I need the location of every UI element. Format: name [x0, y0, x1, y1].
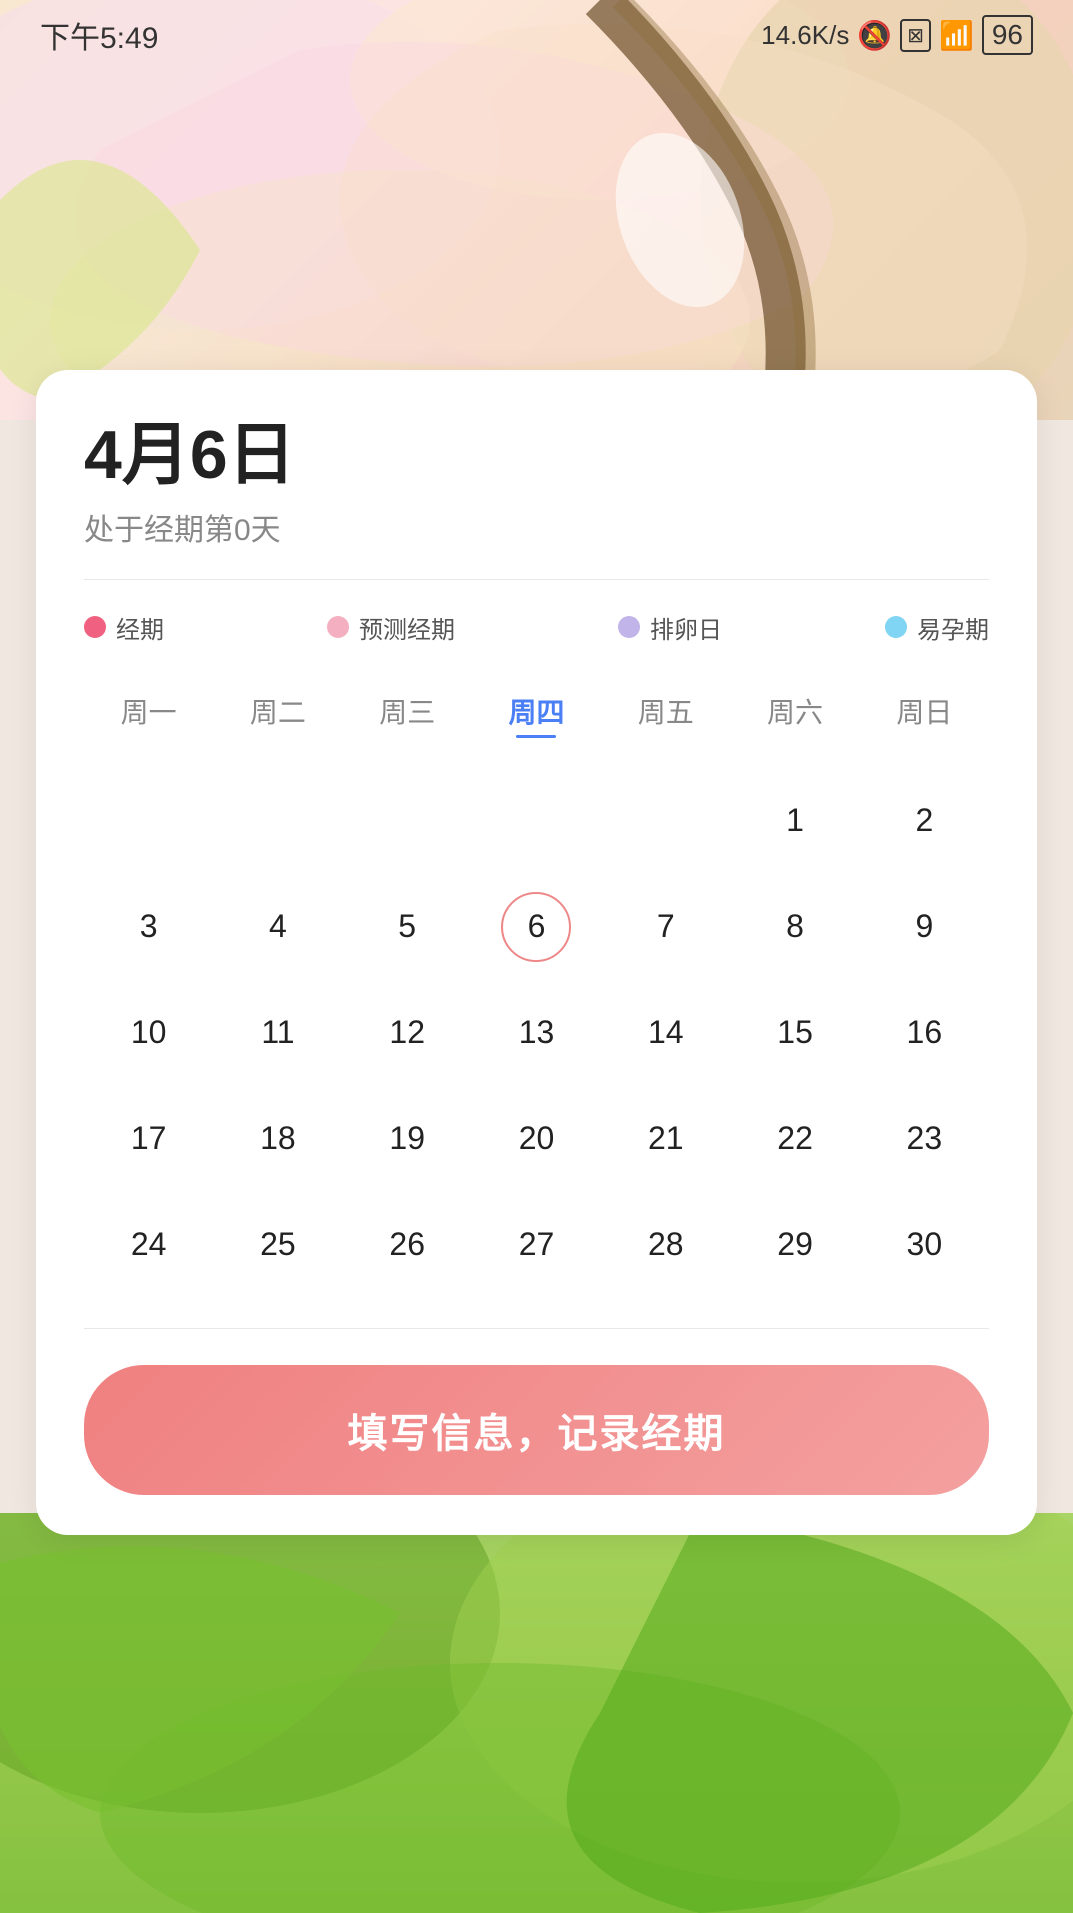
- mute-icon: 🔕: [857, 19, 892, 52]
- legend-ovulation: 排卵日: [618, 610, 722, 645]
- cal-day-22[interactable]: 22: [730, 1086, 859, 1192]
- cal-day-10[interactable]: 10: [84, 980, 213, 1086]
- status-time: 下午5:49: [40, 13, 158, 57]
- cal-day-14[interactable]: 14: [601, 980, 730, 1086]
- weekday-mon: 周一: [84, 681, 213, 748]
- cal-day-28[interactable]: 28: [601, 1192, 730, 1298]
- bg-bottom: [0, 1513, 1073, 1913]
- cal-day-6[interactable]: 6: [472, 874, 601, 980]
- cal-day-17[interactable]: 17: [84, 1086, 213, 1192]
- legend-fertile: 易孕期: [885, 610, 989, 645]
- cal-day-29[interactable]: 29: [730, 1192, 859, 1298]
- cal-day-7[interactable]: 7: [601, 874, 730, 980]
- date-title: 4月6日: [84, 418, 989, 493]
- cal-day-2[interactable]: 2: [860, 768, 989, 874]
- cal-day-15[interactable]: 15: [730, 980, 859, 1086]
- legend-label-fertile: 易孕期: [917, 610, 989, 645]
- divider-bottom: [84, 1328, 989, 1329]
- legend-period: 经期: [84, 610, 164, 645]
- battery-icon: 96: [982, 15, 1033, 55]
- cal-day-18[interactable]: 18: [213, 1086, 342, 1192]
- weekday-wed: 周三: [343, 681, 472, 748]
- cal-day-24[interactable]: 24: [84, 1192, 213, 1298]
- cal-day-23[interactable]: 23: [860, 1086, 989, 1192]
- weekday-thu: 周四: [472, 681, 601, 748]
- cal-day-11[interactable]: 11: [213, 980, 342, 1086]
- cal-day-25[interactable]: 25: [213, 1192, 342, 1298]
- weekday-underline: [516, 735, 556, 738]
- cal-day-4[interactable]: 4: [213, 874, 342, 980]
- cal-day-9[interactable]: 9: [860, 874, 989, 980]
- cal-day-27[interactable]: 27: [472, 1192, 601, 1298]
- status-bar: 下午5:49 14.6K/s 🔕 ⊠ 📶 96: [0, 0, 1073, 70]
- cal-empty-2[interactable]: [213, 768, 342, 874]
- weekdays-header: 周一 周二 周三 周四 周五 周六 周日: [84, 681, 989, 748]
- date-subtitle: 处于经期第0天: [84, 505, 989, 549]
- legend: 经期 预测经期 排卵日 易孕期: [84, 610, 989, 645]
- legend-dot-fertile: [885, 616, 907, 638]
- cal-day-1[interactable]: 1: [730, 768, 859, 874]
- weekday-tue: 周二: [213, 681, 342, 748]
- calendar-grid: 1 2 3 4 5 6 7 8 9 10 11 12 13 14 15 16 1…: [84, 768, 989, 1298]
- legend-label-ovulation: 排卵日: [650, 610, 722, 645]
- weekday-sat: 周六: [730, 681, 859, 748]
- cal-empty-5[interactable]: [601, 768, 730, 874]
- cal-day-19[interactable]: 19: [343, 1086, 472, 1192]
- cal-day-12[interactable]: 12: [343, 980, 472, 1086]
- legend-dot-period: [84, 616, 106, 638]
- wifi-icon: 📶: [939, 19, 974, 52]
- cal-day-16[interactable]: 16: [860, 980, 989, 1086]
- cal-empty-3[interactable]: [343, 768, 472, 874]
- main-card: 4月6日 处于经期第0天 经期 预测经期 排卵日 易孕期 周一 周二 周三: [36, 370, 1037, 1535]
- legend-dot-ovulation: [618, 616, 640, 638]
- divider-top: [84, 579, 989, 580]
- screenshot-icon: ⊠: [900, 19, 931, 52]
- status-icons: 14.6K/s 🔕 ⊠ 📶 96: [761, 15, 1033, 55]
- network-speed: 14.6K/s: [761, 20, 849, 51]
- cal-day-8[interactable]: 8: [730, 874, 859, 980]
- cal-day-20[interactable]: 20: [472, 1086, 601, 1192]
- legend-label-period: 经期: [116, 610, 164, 645]
- cal-day-13[interactable]: 13: [472, 980, 601, 1086]
- legend-predicted: 预测经期: [327, 610, 455, 645]
- legend-dot-predicted: [327, 616, 349, 638]
- cal-day-5[interactable]: 5: [343, 874, 472, 980]
- weekday-sun: 周日: [860, 681, 989, 748]
- cta-button[interactable]: 填写信息，记录经期: [84, 1365, 989, 1495]
- cal-empty-4[interactable]: [472, 768, 601, 874]
- cal-day-30[interactable]: 30: [860, 1192, 989, 1298]
- cal-day-26[interactable]: 26: [343, 1192, 472, 1298]
- weekday-fri: 周五: [601, 681, 730, 748]
- cal-empty-1[interactable]: [84, 768, 213, 874]
- legend-label-predicted: 预测经期: [359, 610, 455, 645]
- cal-day-21[interactable]: 21: [601, 1086, 730, 1192]
- cal-day-3[interactable]: 3: [84, 874, 213, 980]
